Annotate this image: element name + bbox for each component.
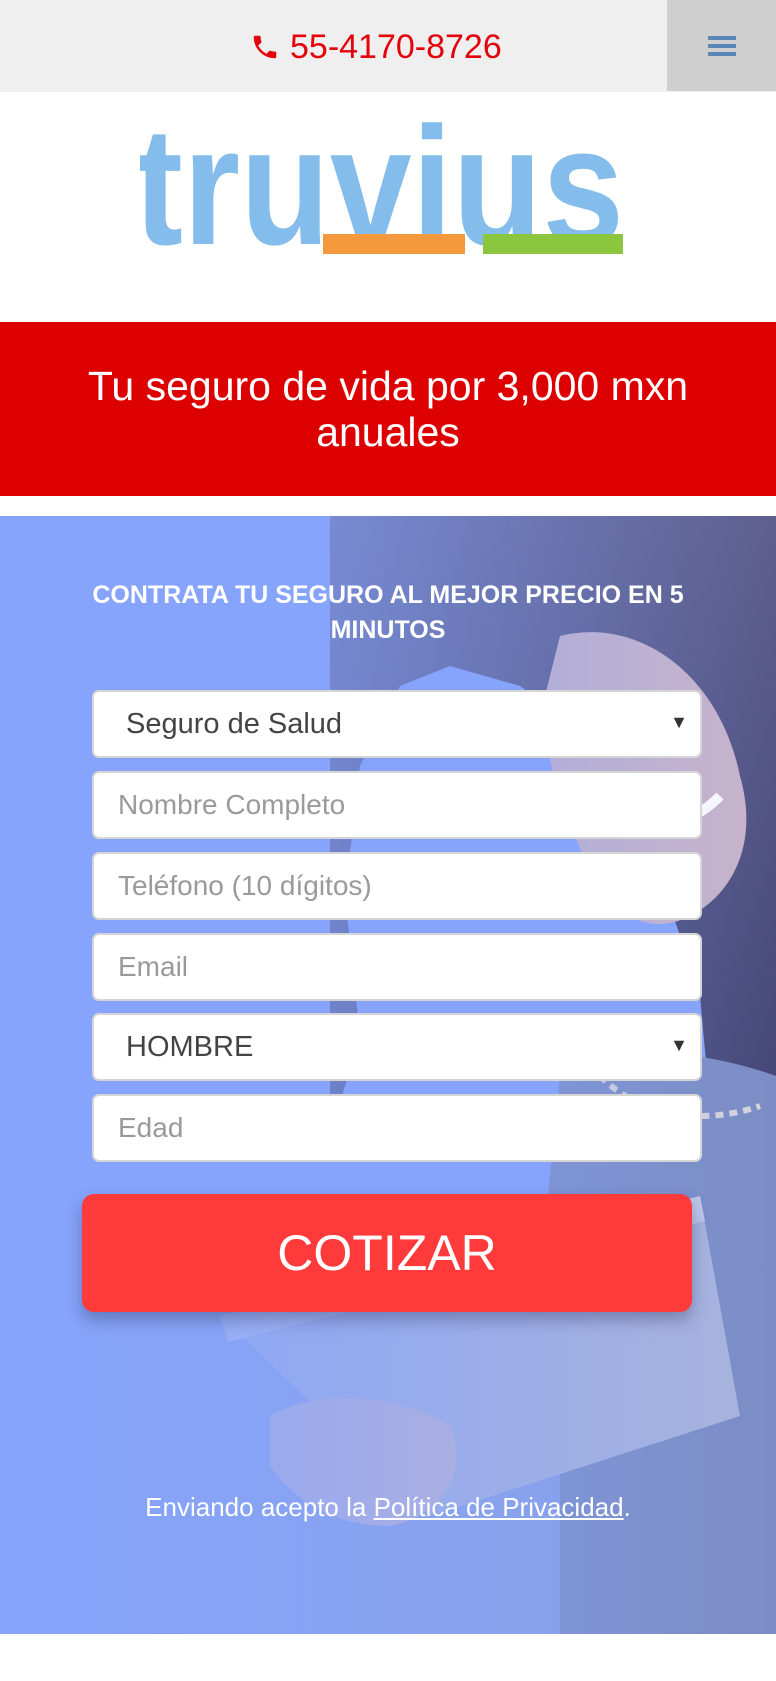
- promo-banner: Tu seguro de vida por 3,000 mxn anuales: [0, 322, 776, 496]
- phone-icon: [253, 35, 277, 59]
- quote-submit-button[interactable]: COTIZAR: [82, 1194, 692, 1312]
- phone-number: 55-4170-8726: [290, 27, 502, 66]
- phone-link[interactable]: 55-4170-8726: [250, 22, 502, 72]
- dropdown-arrow-icon: ▼: [670, 712, 688, 732]
- insurance-type-select[interactable]: Seguro de Salud ▼: [92, 690, 702, 758]
- form-title: CONTRATA TU SEGURO AL MEJOR PRECIO EN 5 …: [92, 581, 684, 644]
- gender-select[interactable]: HOMBRE ▼: [92, 1013, 702, 1081]
- phone-input[interactable]: [92, 852, 702, 920]
- quote-form-section: CONTRATA TU SEGURO AL MEJOR PRECIO EN 5 …: [0, 516, 776, 1634]
- insurance-type-value[interactable]: Seguro de Salud: [92, 690, 702, 758]
- top-bar: 55-4170-8726: [0, 0, 776, 92]
- truvius-logo[interactable]: truvius: [140, 122, 630, 272]
- banner-headline: Tu seguro de vida por 3,000 mxn anuales: [87, 363, 689, 455]
- email-input[interactable]: [92, 933, 702, 1001]
- privacy-suffix: .: [623, 1492, 631, 1522]
- hamburger-menu-icon: [707, 35, 736, 56]
- dropdown-arrow-icon: ▼: [670, 1035, 688, 1055]
- logo-area: truvius: [0, 92, 776, 322]
- privacy-policy-link[interactable]: Política de Privacidad: [374, 1492, 624, 1522]
- full-name-input[interactable]: [92, 771, 702, 839]
- menu-button[interactable]: [667, 0, 776, 91]
- gender-value[interactable]: HOMBRE: [92, 1013, 702, 1081]
- privacy-prefix: Enviando acepto la: [145, 1492, 374, 1522]
- age-input[interactable]: [92, 1094, 702, 1162]
- privacy-notice: Enviando acepto la Política de Privacida…: [0, 1492, 776, 1523]
